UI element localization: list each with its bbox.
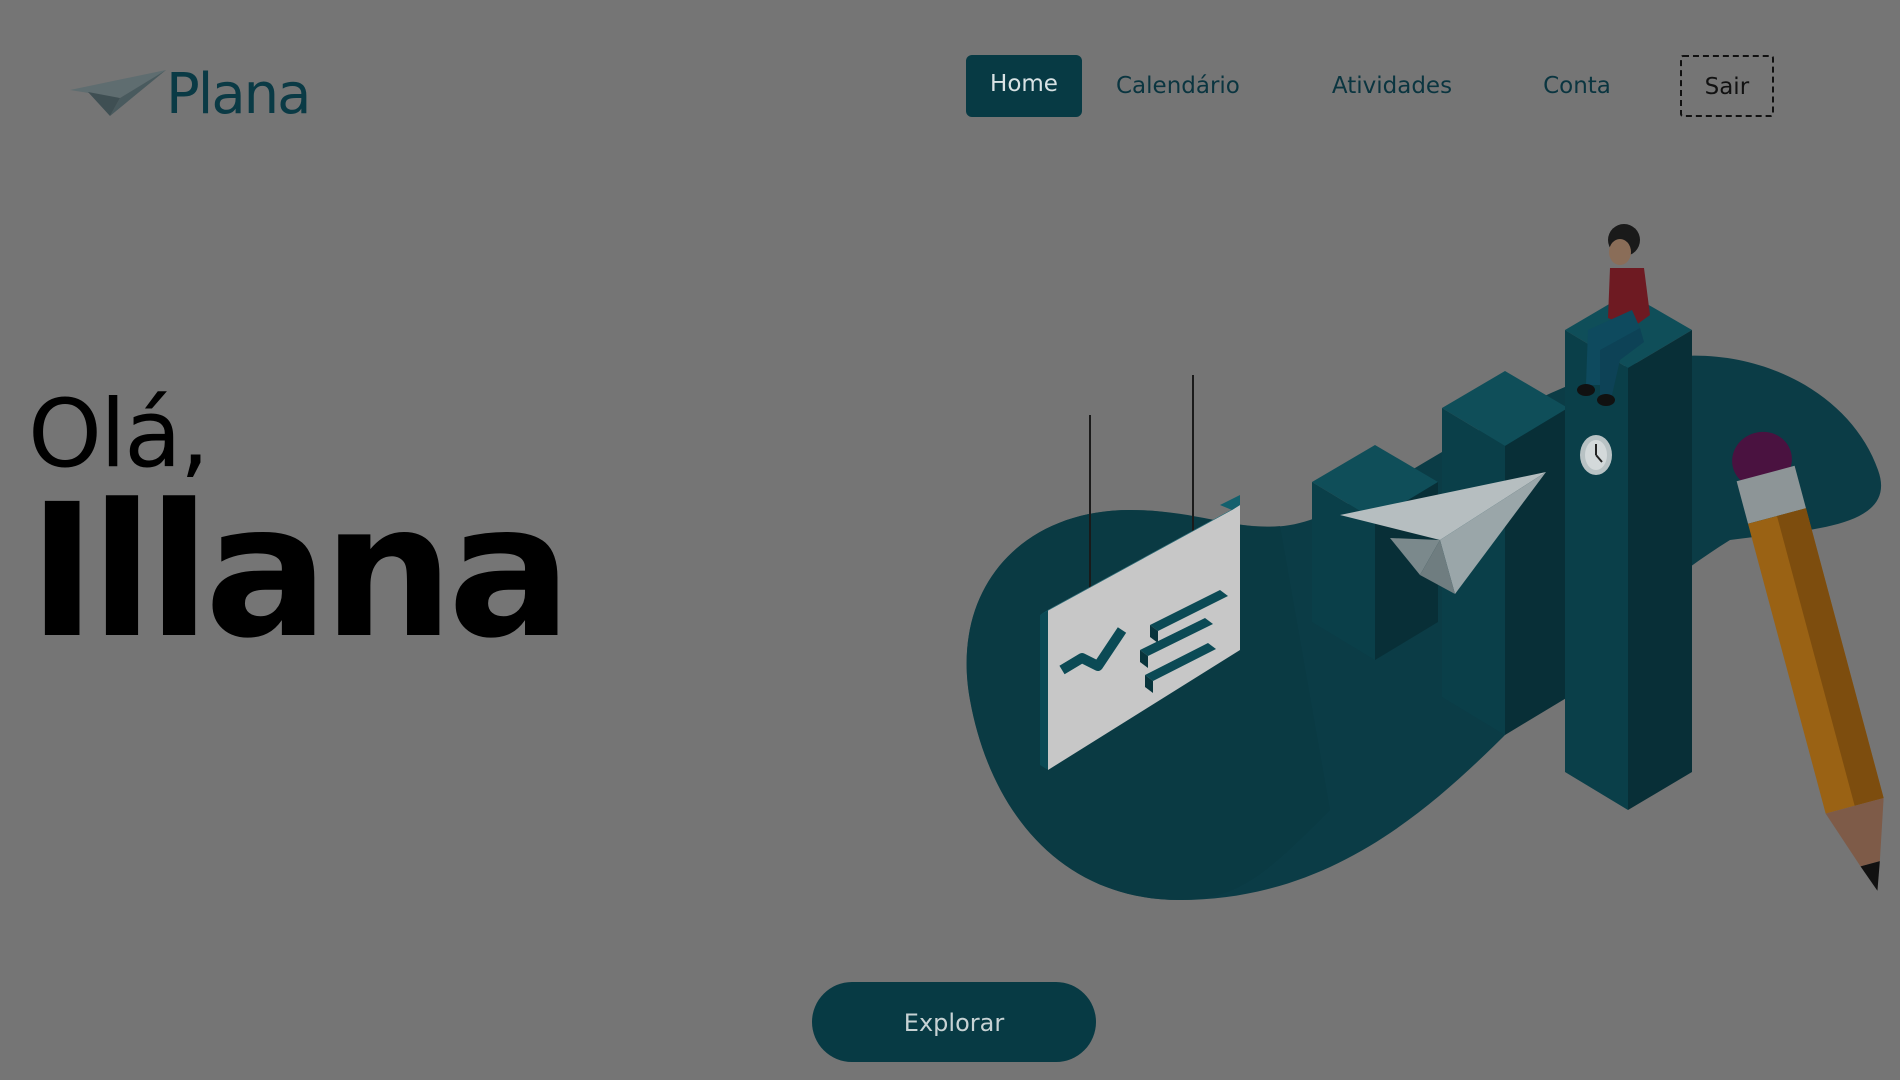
paper-plane-icon xyxy=(70,64,170,124)
nav-conta[interactable]: Conta xyxy=(1543,55,1611,117)
user-name: Illana xyxy=(28,465,572,679)
hero-greeting: Olá, Illana xyxy=(28,388,572,679)
nav-calendario[interactable]: Calendário xyxy=(1116,55,1240,117)
hero-illustration xyxy=(950,210,1890,914)
nav-home[interactable]: Home xyxy=(966,55,1082,117)
brand-logo[interactable]: Plana xyxy=(70,60,311,127)
main-nav: Home Calendário Atividades Conta Sair xyxy=(966,55,1774,117)
brand-name: Plana xyxy=(166,62,311,127)
logout-button[interactable]: Sair xyxy=(1679,55,1774,117)
nav-atividades[interactable]: Atividades xyxy=(1332,55,1452,117)
top-header: Plana Home Calendário Atividades Conta S… xyxy=(0,0,1900,160)
explore-button[interactable]: Explorar xyxy=(812,982,1096,1062)
